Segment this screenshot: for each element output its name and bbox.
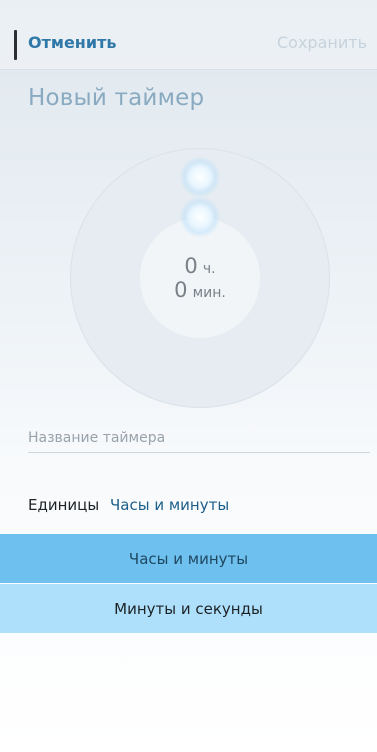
- hours-value: 0: [184, 254, 198, 278]
- cancel-button[interactable]: Отменить: [28, 33, 116, 52]
- timer-name-input[interactable]: [28, 424, 370, 453]
- minutes-value: 0: [174, 278, 188, 302]
- page-title: Новый таймер: [28, 85, 205, 111]
- new-timer-screen: Отменить Сохранить Новый таймер 0 ч. 0 м…: [0, 0, 377, 752]
- save-button[interactable]: Сохранить: [277, 33, 367, 52]
- minutes-unit: мин.: [192, 285, 226, 301]
- minutes-handle-icon[interactable]: [180, 197, 220, 237]
- hours-handle-icon[interactable]: [180, 157, 220, 197]
- units-label: Единицы: [28, 496, 100, 514]
- top-bar: Отменить Сохранить: [0, 0, 377, 70]
- hours-readout: 0 ч.: [70, 254, 330, 278]
- units-row[interactable]: Единицы Часы и минуты: [28, 496, 229, 514]
- hours-unit: ч.: [202, 261, 216, 277]
- edge-indicator: [14, 30, 17, 60]
- units-option-minutes-seconds[interactable]: Минуты и секунды: [0, 584, 377, 633]
- units-selected-value[interactable]: Часы и минуты: [110, 496, 229, 514]
- minutes-readout: 0 мин.: [70, 278, 330, 302]
- timer-dial[interactable]: 0 ч. 0 мин.: [70, 148, 330, 408]
- units-option-hours-minutes[interactable]: Часы и минуты: [0, 534, 377, 583]
